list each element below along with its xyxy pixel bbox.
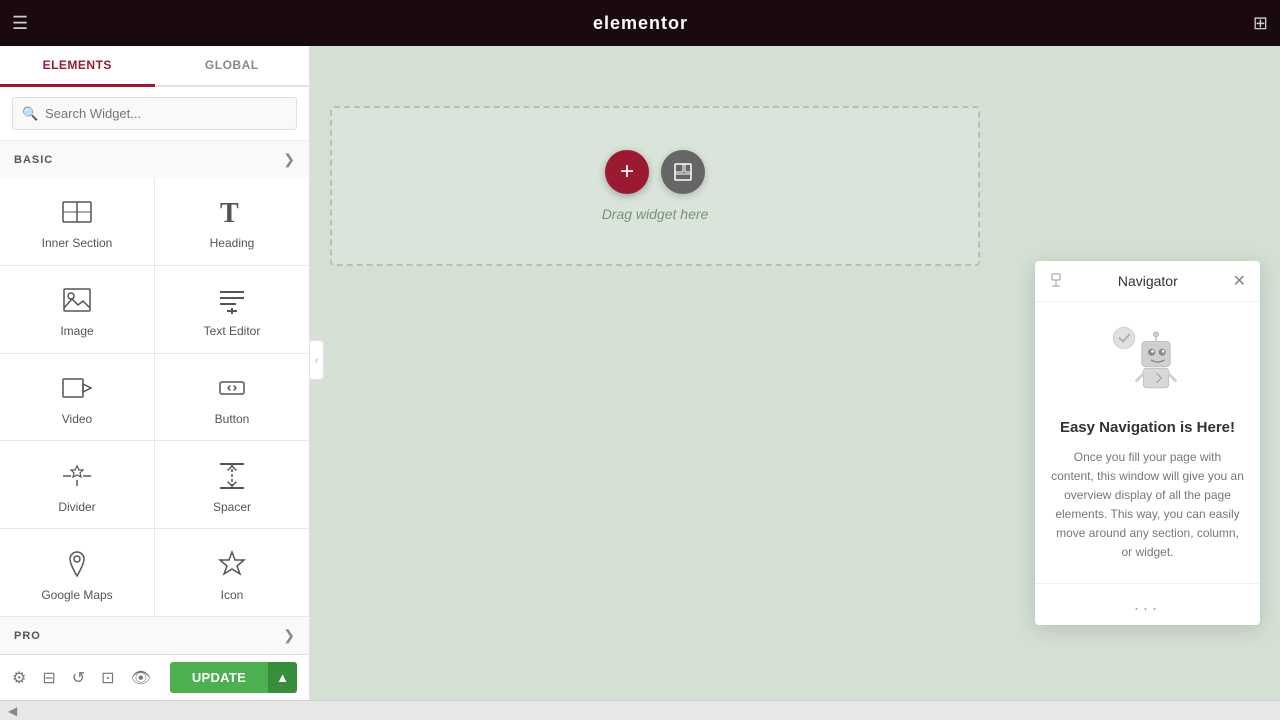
navigator-heading: Easy Navigation is Here! (1051, 418, 1244, 438)
drag-section: + Drag widget here (330, 106, 980, 266)
history-icon[interactable]: ↺ (72, 668, 85, 688)
tab-global[interactable]: GLOBAL (155, 46, 310, 87)
heading-icon: T (216, 196, 248, 228)
search-container: 🔍 (0, 87, 309, 141)
drag-text: Drag widget here (602, 206, 709, 222)
svg-text:T: T (220, 198, 239, 228)
widget-text-editor[interactable]: Text Editor (155, 266, 309, 353)
pro-section-header[interactable]: PRO ❯ (0, 617, 309, 654)
basic-section-title: BASIC (14, 154, 53, 166)
settings-icon[interactable]: ⚙ (12, 668, 26, 688)
widget-inner-section[interactable]: Inner Section (0, 178, 154, 265)
pro-section-arrow: ❯ (283, 627, 295, 644)
widget-icon-label: Icon (221, 588, 244, 602)
google-maps-icon (61, 548, 93, 580)
icon-widget-icon (216, 548, 248, 580)
widget-heading[interactable]: T Heading (155, 178, 309, 265)
sidebar: ELEMENTS GLOBAL 🔍 BASIC ❯ In (0, 46, 310, 700)
canvas-area: + Drag widget here (310, 46, 1280, 700)
add-section-button[interactable]: + (605, 150, 649, 194)
navigator-description: Once you fill your page with content, th… (1051, 448, 1244, 563)
robot-svg (1108, 322, 1188, 402)
navigator-body: Easy Navigation is Here! Once you fill y… (1035, 302, 1260, 583)
grid-icon[interactable]: ⊞ (1253, 13, 1268, 34)
widget-video[interactable]: Video (0, 354, 154, 441)
preview-icon[interactable]: 👁 (131, 668, 151, 688)
update-button[interactable]: UPDATE (170, 662, 268, 693)
basic-section-arrow: ❯ (283, 151, 295, 168)
bottom-left-arrow[interactable]: ◀ (8, 704, 17, 718)
robot-illustration (1108, 322, 1188, 402)
pro-section-title: PRO (14, 630, 41, 642)
app-logo: elementor (593, 13, 688, 34)
video-icon (61, 372, 93, 404)
image-icon (61, 284, 93, 316)
widget-image[interactable]: Image (0, 266, 154, 353)
template-button[interactable] (661, 150, 705, 194)
template-icon (673, 162, 693, 182)
top-header: ☰ elementor ⊞ (0, 0, 1280, 46)
update-btn-container: UPDATE ▲ (170, 662, 297, 693)
widget-text-editor-label: Text Editor (204, 324, 261, 338)
navigator-title: Navigator (1063, 273, 1233, 289)
divider-icon (61, 460, 93, 492)
widget-button-label: Button (215, 412, 250, 426)
widget-divider[interactable]: Divider (0, 441, 154, 528)
navigator-footer: ... (1035, 583, 1260, 625)
widget-button[interactable]: Button (155, 354, 309, 441)
widget-grid: Inner Section T Heading Image (0, 178, 309, 616)
button-icon (216, 372, 248, 404)
inner-section-icon (61, 196, 93, 228)
widget-icon[interactable]: Icon (155, 529, 309, 616)
basic-section-header[interactable]: BASIC ❯ (0, 141, 309, 178)
widget-spacer[interactable]: Spacer (155, 441, 309, 528)
search-icon: 🔍 (22, 106, 38, 122)
toolbar-left: ⚙ ⊟ ↺ ⊡ 👁 (12, 668, 151, 688)
bottom-toolbar: ⚙ ⊟ ↺ ⊡ 👁 UPDATE ▲ (0, 654, 309, 700)
responsive-icon[interactable]: ⊡ (101, 668, 114, 688)
search-input[interactable] (12, 97, 297, 130)
collapse-handle[interactable]: ‹ (310, 340, 324, 380)
spacer-icon (216, 460, 248, 492)
widget-video-label: Video (62, 412, 92, 426)
widget-divider-label: Divider (58, 500, 95, 514)
widget-heading-label: Heading (210, 236, 255, 250)
navigator-panel: Navigator ✕ (1035, 261, 1260, 625)
navigator-header: Navigator ✕ (1035, 261, 1260, 302)
widget-spacer-label: Spacer (213, 500, 251, 514)
widget-inner-section-label: Inner Section (42, 236, 113, 250)
sidebar-tabs: ELEMENTS GLOBAL (0, 46, 309, 87)
drag-buttons: + (605, 150, 705, 194)
tab-elements[interactable]: ELEMENTS (0, 46, 155, 87)
text-editor-icon (216, 284, 248, 316)
navigator-pin-icon[interactable] (1049, 273, 1063, 290)
search-wrapper: 🔍 (12, 97, 297, 130)
pro-section: PRO ❯ (0, 616, 309, 654)
widget-google-maps-label: Google Maps (41, 588, 112, 602)
layers-icon[interactable]: ⊟ (42, 668, 55, 688)
bottom-bar: ◀ (0, 700, 1280, 720)
hamburger-icon[interactable]: ☰ (12, 13, 28, 34)
update-arrow-button[interactable]: ▲ (268, 662, 297, 693)
widget-image-label: Image (60, 324, 93, 338)
main-layout: ELEMENTS GLOBAL 🔍 BASIC ❯ In (0, 46, 1280, 700)
widget-google-maps[interactable]: Google Maps (0, 529, 154, 616)
navigator-close-button[interactable]: ✕ (1233, 271, 1246, 291)
